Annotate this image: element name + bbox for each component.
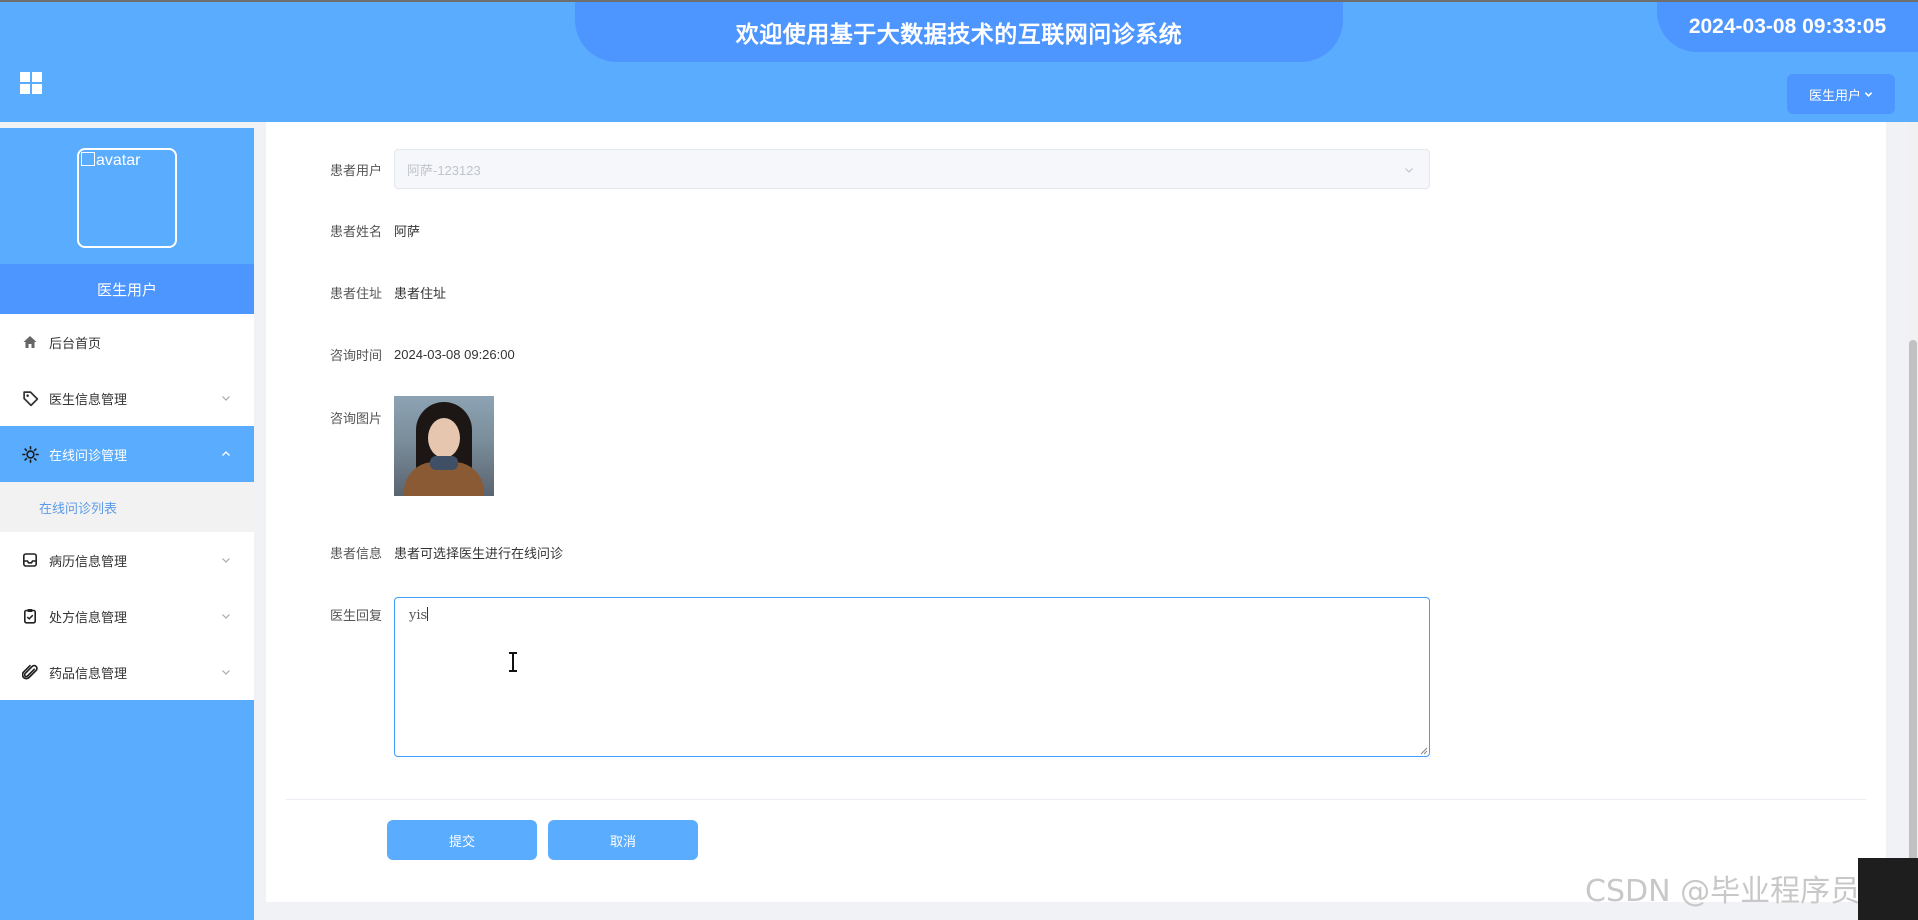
form-label: 咨询时间 (329, 347, 382, 363)
tag-icon (21, 389, 39, 407)
form-row-patient-name: 患者姓名 阿萨 (266, 220, 420, 240)
sidebar-item-label: 处方信息管理 (49, 609, 128, 625)
role-label-text: 医生用户 (96, 281, 157, 299)
chevron-down-icon (222, 670, 230, 675)
cancel-button-label: 取消 (609, 833, 636, 849)
role-label: 医生用户 (0, 264, 254, 314)
sidebar-item-home[interactable]: 后台首页 (0, 314, 254, 370)
broken-image-icon (81, 152, 95, 166)
top-header: 欢迎使用基于大数据技术的互联网问诊系统 2024-03-08 09:33:05 … (0, 0, 1918, 122)
home-icon (21, 333, 39, 351)
form-row-consult-time: 咨询时间 2024-03-08 09:26:00 (266, 344, 515, 364)
consult-time-value: 2024-03-08 09:26:00 (394, 346, 515, 362)
form-label: 患者用户 (329, 162, 382, 178)
chevron-up-icon (222, 451, 230, 456)
chevron-down-icon (1864, 91, 1873, 97)
patient-user-select-placeholder: 阿萨-123123 (407, 162, 481, 178)
paperclip-icon (21, 663, 39, 681)
user-menu-label: 医生用户 (1808, 87, 1861, 103)
inbox-icon (21, 551, 39, 569)
avatar: avatar (77, 148, 177, 248)
patient-user-select[interactable]: 阿萨-123123 (394, 149, 1430, 189)
sidebar-item-label: 后台首页 (49, 335, 102, 351)
patient-name-value: 阿萨 (394, 223, 421, 239)
sidebar-item-label: 病历信息管理 (49, 553, 128, 569)
page-scrollbar-thumb[interactable] (1909, 340, 1917, 900)
sidebar-item-medicine[interactable]: 药品信息管理 (0, 644, 254, 700)
text-caret (427, 607, 429, 621)
submenu-item-label: 在线问诊列表 (39, 500, 118, 516)
form-label: 患者信息 (329, 545, 382, 561)
chevron-down-icon (1405, 168, 1413, 173)
form-row-consult-image: 咨询图片 (266, 396, 494, 496)
consult-image[interactable] (394, 396, 494, 496)
sidebar-menu: 后台首页 医生信息管理 在线问诊管理 在线问诊列表 病历信息管理 处方信息管理 … (0, 314, 254, 700)
patient-address-value: 患者住址 (394, 285, 447, 301)
text-cursor-icon (509, 652, 517, 672)
sidebar-item-online-consult[interactable]: 在线问诊管理 (0, 426, 254, 482)
menu-toggle-grid-icon[interactable] (20, 72, 42, 94)
user-menu-button[interactable]: 医生用户 (1787, 74, 1895, 114)
watermark: CSDN @毕业程序员 (1585, 866, 1860, 910)
cancel-button[interactable]: 取消 (548, 820, 698, 860)
patient-info-value: 患者可选择医生进行在线问诊 (394, 545, 564, 561)
avatar-alt-text: avatar (96, 152, 141, 169)
main-content: 患者用户 阿萨-123123 患者姓名 阿萨 患者住址 患者住址 咨询时间 20… (266, 122, 1886, 902)
form-label: 患者住址 (329, 285, 382, 301)
resize-grip-icon[interactable] (1420, 747, 1428, 755)
form-row-patient-address: 患者住址 患者住址 (266, 282, 446, 302)
sidebar-item-doctor-info[interactable]: 医生信息管理 (0, 370, 254, 426)
datetime-display: 2024-03-08 09:33:05 (1657, 2, 1918, 52)
clipboard-icon (21, 607, 39, 625)
form-row-doctor-reply: 医生回复 yis (266, 597, 1430, 757)
form-label: 咨询图片 (329, 411, 382, 426)
form-label: 医生回复 (329, 608, 382, 623)
chevron-down-icon (222, 614, 230, 619)
watermark-text: CSDN @毕业程序员 (1585, 874, 1861, 909)
submenu-item-consult-list[interactable]: 在线问诊列表 (0, 482, 254, 532)
datetime-text: 2024-03-08 09:33:05 (1688, 15, 1887, 38)
chevron-down-icon (222, 558, 230, 563)
sidebar: avatar 医生用户 后台首页 医生信息管理 在线问诊管理 在线问诊列表 病历… (0, 128, 254, 920)
doctor-reply-text: yis (409, 608, 428, 623)
sidebar-item-label: 药品信息管理 (49, 665, 128, 681)
form-label: 患者姓名 (329, 223, 382, 239)
submit-button[interactable]: 提交 (387, 820, 537, 860)
sidebar-item-label: 在线问诊管理 (49, 447, 128, 463)
form-divider (286, 799, 1866, 800)
sidebar-item-prescription[interactable]: 处方信息管理 (0, 588, 254, 644)
form-row-patient-info: 患者信息 患者可选择医生进行在线问诊 (266, 542, 563, 562)
system-title: 欢迎使用基于大数据技术的互联网问诊系统 (575, 2, 1343, 62)
doctor-reply-textarea[interactable]: yis (394, 597, 1430, 757)
form-row-patient-user: 患者用户 阿萨-123123 (266, 149, 1430, 189)
submit-button-label: 提交 (448, 833, 475, 849)
system-title-text: 欢迎使用基于大数据技术的互联网问诊系统 (735, 21, 1183, 47)
sidebar-item-medical-record[interactable]: 病历信息管理 (0, 532, 254, 588)
sun-icon (21, 445, 39, 463)
corner-overlay (1858, 858, 1918, 920)
chevron-down-icon (222, 396, 230, 401)
sidebar-item-label: 医生信息管理 (49, 391, 128, 407)
